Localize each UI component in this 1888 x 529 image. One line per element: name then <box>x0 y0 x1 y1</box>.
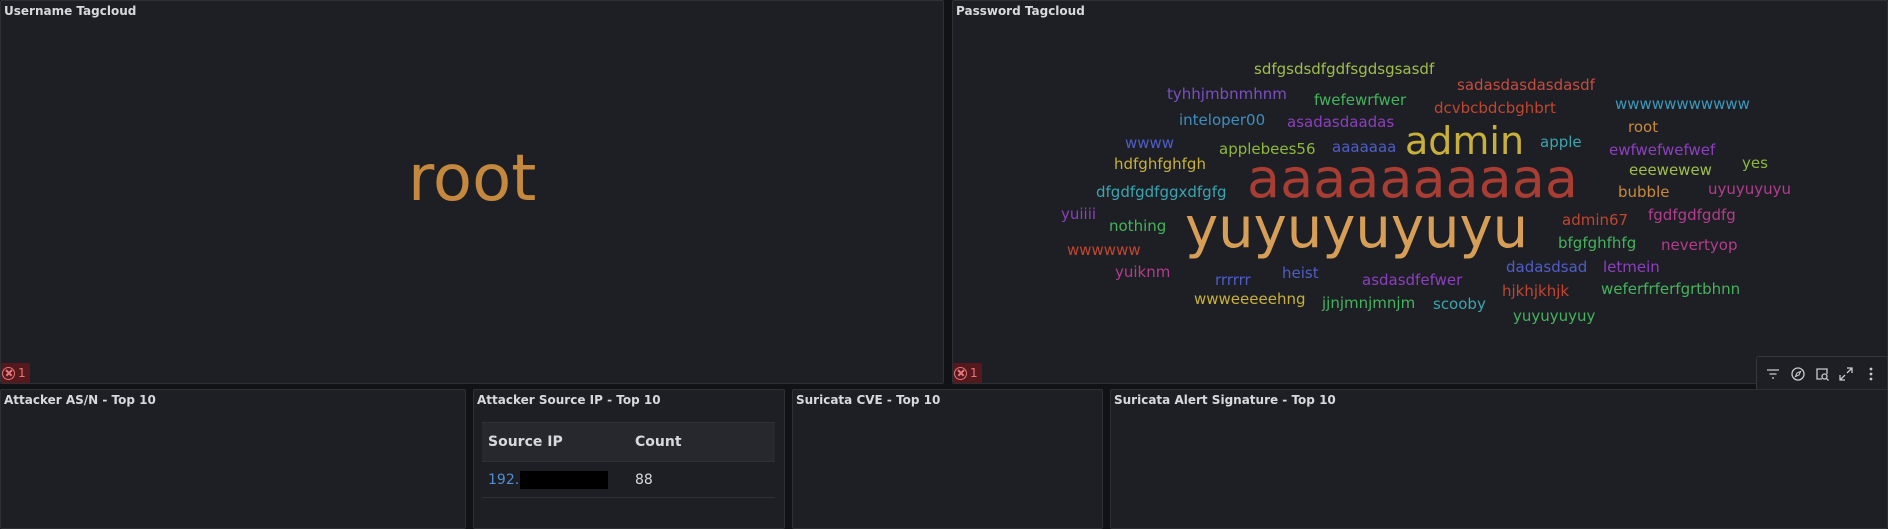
expand-icon[interactable] <box>1836 364 1856 384</box>
tag-word[interactable]: letmein <box>1603 260 1660 275</box>
count-cell: 88 <box>629 461 775 498</box>
panel-title[interactable]: Attacker AS/N - Top 10 <box>4 393 156 407</box>
tag-word[interactable]: bfgfghfhfg <box>1558 236 1636 251</box>
error-icon <box>954 366 967 380</box>
redaction-box <box>520 470 609 489</box>
panel-title[interactable]: Username Tagcloud <box>4 4 136 18</box>
tag-word[interactable]: wwwwwwwwwww <box>1615 97 1750 112</box>
source-ip-cell: 192. <box>482 461 629 498</box>
error-badge[interactable]: 1 <box>953 363 982 383</box>
tag-word[interactable]: yuiknm <box>1115 265 1170 280</box>
tag-word[interactable]: dcvbcbdcbghbrt <box>1434 101 1556 116</box>
tag-word[interactable]: sadasdasdasdasdf <box>1457 78 1595 93</box>
tag-word[interactable]: wwweeeeehng <box>1194 292 1305 307</box>
panel-toolbar <box>1756 356 1888 392</box>
password-tagcloud-panel: Password Tagcloud sdfgsdsdfgdfsgdsgsasdf… <box>952 0 1888 384</box>
tag-word[interactable]: nothing <box>1109 219 1166 234</box>
tag-word[interactable]: rrrrrr <box>1215 273 1251 288</box>
panel-title[interactable]: Suricata Alert Signature - Top 10 <box>1114 393 1336 407</box>
error-count: 1 <box>970 366 978 380</box>
table-header-row: Source IP Count <box>482 422 775 462</box>
tag-word[interactable]: uyuyuyuyu <box>1708 182 1791 197</box>
suricata-cve-panel: Suricata CVE - Top 10 <box>792 389 1103 529</box>
tag-word[interactable]: jjnjmnjmnjm <box>1322 296 1415 311</box>
username-tagcloud-panel: Username Tagcloud root 1 <box>0 0 944 384</box>
attacker-asn-panel: Attacker AS/N - Top 10 <box>0 389 466 529</box>
tag-word[interactable]: wwww <box>1125 136 1174 151</box>
tag-word[interactable]: admin67 <box>1562 213 1628 228</box>
source-ip-link[interactable]: 192. <box>488 472 519 488</box>
tag-word[interactable]: weferfrferfgrtbhnn <box>1601 282 1740 297</box>
tag-word[interactable]: yuiiii <box>1061 207 1096 222</box>
tag-word[interactable]: yuyuyuyuyu <box>1185 201 1528 257</box>
column-header-count[interactable]: Count <box>629 422 775 462</box>
error-icon <box>2 366 15 380</box>
more-icon[interactable] <box>1861 364 1881 384</box>
tag-word[interactable]: yuyuyuyuy <box>1513 309 1595 324</box>
error-badge[interactable]: 1 <box>1 363 30 383</box>
tag-word[interactable]: asadasdaadas <box>1287 115 1394 130</box>
tag-word[interactable]: nevertyop <box>1661 238 1737 253</box>
attacker-source-ip-panel: Attacker Source IP - Top 10 Source IP Co… <box>473 389 785 529</box>
tag-word[interactable]: dadasdsad <box>1506 260 1587 275</box>
tag-word-root[interactable]: root <box>408 147 536 211</box>
explore-icon[interactable] <box>1788 364 1808 384</box>
panel-title[interactable]: Password Tagcloud <box>956 4 1085 18</box>
tag-word[interactable]: ewfwefwefwef <box>1609 143 1715 158</box>
filter-icon[interactable] <box>1763 364 1783 384</box>
tag-word[interactable]: eeewewew <box>1629 163 1712 178</box>
tag-word[interactable]: hdfghfghfgh <box>1114 157 1206 172</box>
suricata-alert-signature-panel: Suricata Alert Signature - Top 10 <box>1110 389 1888 529</box>
panel-title[interactable]: Attacker Source IP - Top 10 <box>477 393 661 407</box>
column-header-source-ip[interactable]: Source IP <box>482 422 629 462</box>
error-count: 1 <box>18 366 26 380</box>
tag-word[interactable]: hjkhjkhjk <box>1502 284 1569 299</box>
tag-word[interactable]: scooby <box>1433 297 1486 312</box>
panel-title[interactable]: Suricata CVE - Top 10 <box>796 393 940 407</box>
tag-word[interactable]: tyhhjmbnmhnm <box>1167 87 1287 102</box>
tag-word[interactable]: fgdfgdfgdfg <box>1648 208 1736 223</box>
inspect-icon[interactable] <box>1812 364 1832 384</box>
tag-word[interactable]: sdfgsdsdfgdfsgdsgsasdf <box>1254 62 1434 77</box>
tag-word[interactable]: yes <box>1742 156 1768 171</box>
source-ip-table: Source IP Count 192. 88 <box>482 422 775 498</box>
tag-word[interactable]: wwwwww <box>1067 243 1141 258</box>
tag-word[interactable]: bubble <box>1618 185 1669 200</box>
tag-word[interactable]: fwefewrfwer <box>1314 93 1406 108</box>
table-row: 192. 88 <box>482 461 775 498</box>
tag-word[interactable]: heist <box>1282 266 1319 281</box>
tag-word[interactable]: root <box>1628 120 1658 135</box>
tag-word[interactable]: inteloper00 <box>1179 113 1265 128</box>
tag-word[interactable]: asdasdfefwer <box>1362 273 1462 288</box>
